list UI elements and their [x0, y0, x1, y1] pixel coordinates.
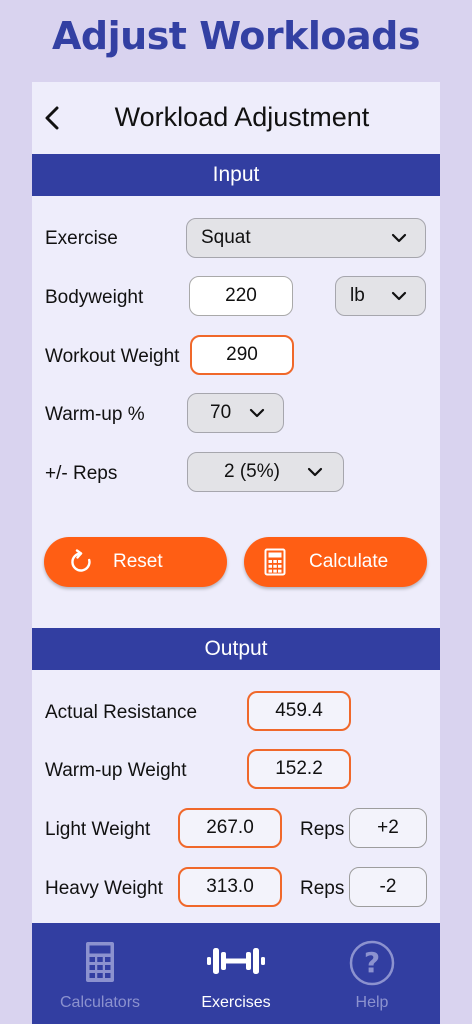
refresh-icon [71, 549, 91, 572]
reps-adjust-select[interactable]: 2 (5%) [187, 452, 344, 492]
workout-weight-input-value: 290 [226, 344, 258, 365]
svg-text:?: ? [364, 946, 380, 979]
warmup-percent-select-value: 70 [210, 402, 232, 423]
unit-select-value: lb [350, 285, 365, 306]
tab-calculators[interactable]: Calculators [32, 923, 168, 1024]
unit-select[interactable]: lb [335, 276, 426, 316]
output-section-header: Output [32, 628, 440, 670]
heavy-weight-label: Heavy Weight [45, 878, 163, 899]
light-reps-label: Reps [300, 819, 345, 840]
heavy-reps-value-text: -2 [379, 876, 397, 897]
question-circle-icon: ? [349, 940, 395, 986]
light-reps-value-text: +2 [377, 817, 399, 838]
calculator-icon [264, 548, 286, 576]
tab-calculators-label: Calculators [59, 994, 141, 1011]
light-reps-value: +2 [349, 808, 427, 848]
input-section-header: Input [32, 154, 440, 196]
chevron-down-icon [307, 467, 323, 477]
light-weight-value-text: 267.0 [206, 817, 254, 838]
workout-weight-input[interactable]: 290 [190, 335, 294, 375]
heavy-weight-value-text: 313.0 [206, 876, 254, 897]
warmup-weight-value: 152.2 [247, 749, 351, 789]
actual-resistance-value-text: 459.4 [275, 700, 323, 721]
light-weight-label: Light Weight [45, 819, 151, 840]
bottom-tab-bar: Calculators Exercises ? Help [32, 923, 440, 1024]
tab-exercises[interactable]: Exercises [168, 923, 304, 1024]
exercise-label: Exercise [45, 228, 118, 249]
exercise-select[interactable]: Squat [186, 218, 426, 258]
light-weight-value: 267.0 [178, 808, 282, 848]
bodyweight-input-value: 220 [225, 285, 257, 306]
reset-button-label: Reset [113, 551, 163, 572]
tab-help-label: Help [355, 994, 389, 1011]
calculate-button[interactable]: Calculate [244, 537, 427, 587]
bodyweight-label: Bodyweight [45, 287, 144, 308]
tab-exercises-label: Exercises [201, 994, 271, 1011]
chevron-down-icon [391, 291, 407, 301]
reset-button[interactable]: Reset [44, 537, 227, 587]
output-panel: Actual Resistance 459.4 Warm-up Weight 1… [32, 670, 440, 923]
dumbbell-icon [207, 948, 265, 974]
output-section-title: Output [204, 637, 268, 660]
calculator-icon [86, 942, 114, 982]
reps-adjust-label: +/- Reps [45, 463, 118, 484]
reps-adjust-select-value: 2 (5%) [224, 461, 280, 482]
chevron-down-icon [249, 408, 265, 418]
chevron-down-icon [391, 233, 407, 243]
warmup-weight-value-text: 152.2 [275, 758, 323, 779]
calculate-button-label: Calculate [309, 551, 389, 572]
app-screen: Workload Adjustment Input Exercise Squat… [32, 82, 440, 1024]
page-title: Workload Adjustment [114, 102, 370, 132]
heavy-reps-label: Reps [300, 878, 345, 899]
warmup-percent-label: Warm-up % [45, 404, 145, 425]
exercise-select-value: Squat [201, 227, 251, 248]
banner-title: Adjust Workloads [52, 14, 420, 58]
input-section-title: Input [212, 163, 260, 186]
app-bar: Workload Adjustment [32, 82, 440, 154]
tab-help[interactable]: ? Help [304, 923, 440, 1024]
heavy-reps-value: -2 [349, 867, 427, 907]
warmup-percent-select[interactable]: 70 [187, 393, 284, 433]
actual-resistance-value: 459.4 [247, 691, 351, 731]
warmup-weight-label: Warm-up Weight [45, 760, 187, 781]
input-panel: Exercise Squat Bodyweight 220 lb Workout… [32, 196, 440, 628]
actual-resistance-label: Actual Resistance [45, 702, 198, 723]
bodyweight-input[interactable]: 220 [189, 276, 293, 316]
workout-weight-label: Workout Weight [45, 346, 180, 367]
heavy-weight-value: 313.0 [178, 867, 282, 907]
